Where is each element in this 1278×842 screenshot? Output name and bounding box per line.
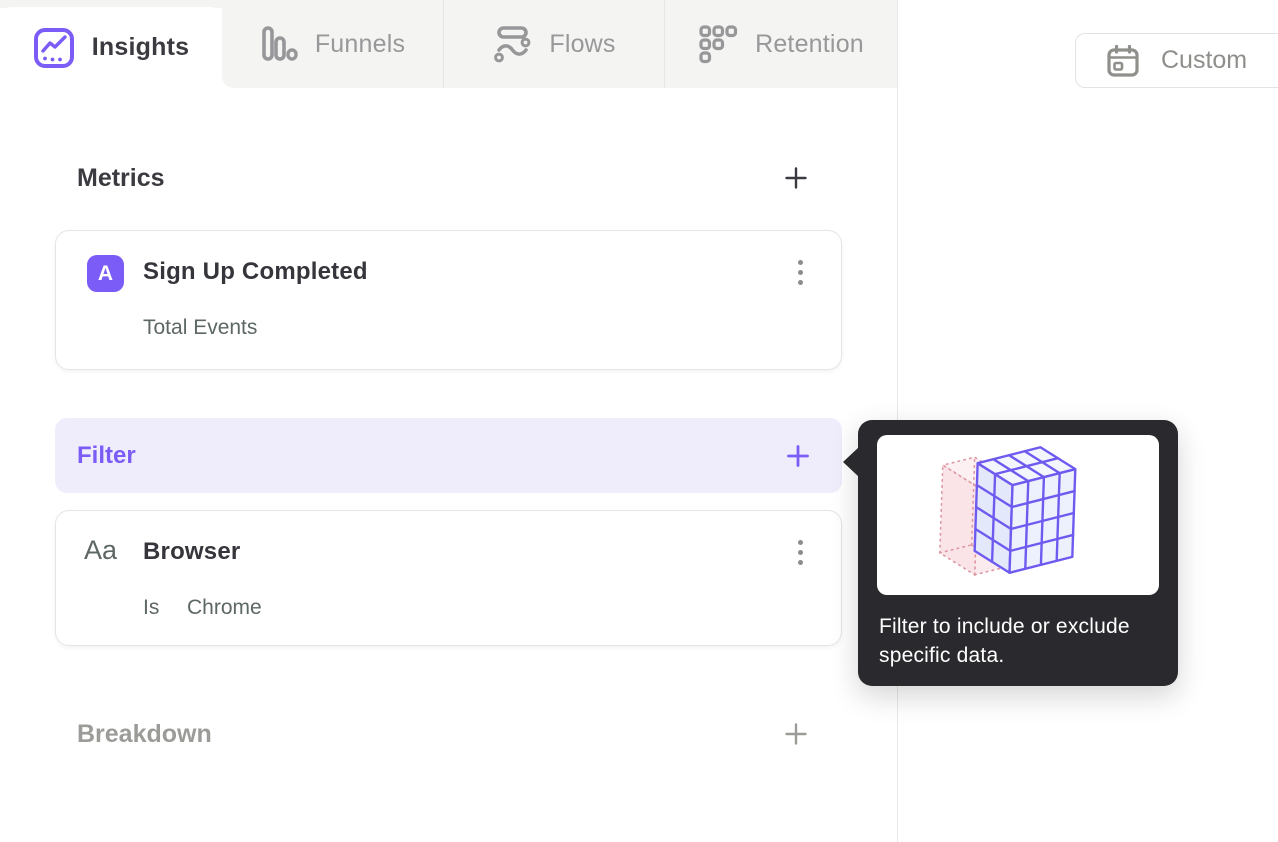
metric-aggregation: Total Events <box>143 316 258 339</box>
metrics-section-header: Metrics <box>77 160 810 196</box>
tab-retention[interactable]: Retention <box>665 0 897 88</box>
tab-flows[interactable]: Flows <box>444 0 665 88</box>
filter-title: Filter <box>77 441 136 469</box>
line-chart-icon <box>33 27 75 69</box>
insights-report-builder: Insights Funnels Flows Retention Custom … <box>0 0 1278 842</box>
retention-dots-icon <box>698 24 738 64</box>
add-filter-button[interactable] <box>784 442 812 470</box>
filter-operator: Is <box>143 596 160 619</box>
tab-funnels-label: Funnels <box>314 29 406 58</box>
filter-tooltip: Filter to include or exclude specific da… <box>843 420 1178 686</box>
calendar-icon <box>1105 43 1141 79</box>
filter-card[interactable]: Aa Browser Is Chrome <box>55 510 842 646</box>
tab-flows-label: Flows <box>549 29 616 58</box>
funnel-bars-icon <box>260 25 298 63</box>
filter-cube-illustration <box>877 435 1159 595</box>
plus-icon <box>784 442 812 470</box>
string-property-icon: Aa <box>84 535 118 565</box>
tab-funnels[interactable]: Funnels <box>222 0 444 88</box>
metric-card[interactable]: A Sign Up Completed Total Events <box>55 230 842 370</box>
kebab-menu-icon[interactable] <box>787 533 813 571</box>
breakdown-title: Breakdown <box>77 719 212 748</box>
tab-insights[interactable]: Insights <box>0 7 222 88</box>
add-metric-button[interactable] <box>782 164 810 192</box>
plus-icon <box>782 164 810 192</box>
kebab-menu-icon[interactable] <box>787 253 813 291</box>
plus-icon <box>782 720 810 748</box>
tooltip-text: Filter to include or exclude specific da… <box>879 615 1130 667</box>
filter-value: Chrome <box>187 596 262 619</box>
filter-property-name: Browser <box>143 538 241 565</box>
flow-wave-icon <box>492 24 532 64</box>
filter-section-header[interactable]: Filter <box>55 418 842 493</box>
metrics-title: Metrics <box>77 163 165 192</box>
breakdown-section-header: Breakdown <box>77 716 810 752</box>
metric-series-badge: A <box>87 255 124 292</box>
tab-retention-label: Retention <box>755 29 864 58</box>
tooltip-arrow-icon <box>843 447 859 477</box>
add-breakdown-button[interactable] <box>782 720 810 748</box>
date-range-label: Custom <box>1161 46 1248 74</box>
metric-event-name: Sign Up Completed <box>143 258 368 285</box>
tab-insights-label: Insights <box>91 33 190 61</box>
date-range-custom-button[interactable]: Custom <box>1075 33 1278 88</box>
